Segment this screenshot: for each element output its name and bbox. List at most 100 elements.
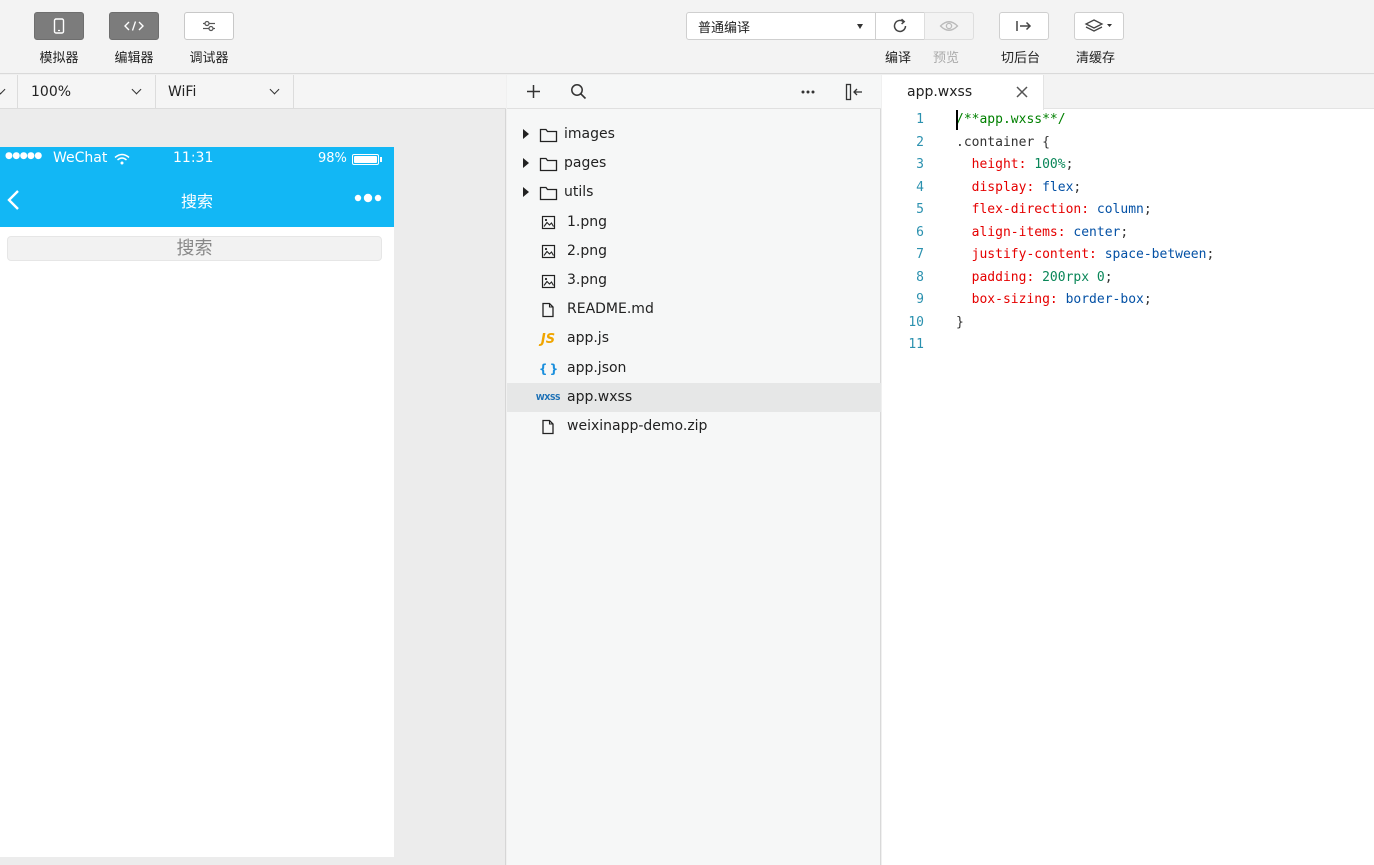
- file-tree-pane: images pages utils 1.png 2.png 3.png README.md…: [507, 75, 881, 865]
- code-text: flex-direction: column;: [956, 202, 1152, 217]
- file-tree-item[interactable]: { } app.json: [507, 354, 881, 383]
- expand-arrow-icon[interactable]: [523, 158, 529, 169]
- compile-mode-select[interactable]: 普通编译: [686, 12, 876, 40]
- network-select[interactable]: WiFi: [156, 75, 294, 109]
- zoom-select[interactable]: 100%: [18, 75, 156, 109]
- phone-icon: [34, 12, 84, 40]
- code-line: 4 display: flex;: [882, 177, 1374, 199]
- search-placeholder: 搜索: [176, 238, 213, 259]
- file-name: app.wxss: [567, 388, 633, 405]
- json-file-icon: { }: [538, 361, 558, 376]
- folder-icon: [538, 126, 558, 144]
- file-name: README.md: [567, 301, 654, 318]
- file-tree-item[interactable]: weixinapp-demo.zip: [507, 412, 881, 441]
- line-number: 11: [908, 337, 924, 352]
- file-icon: [538, 301, 558, 319]
- code-line: 2 .container {: [882, 132, 1374, 154]
- file-tree-item[interactable]: WXSS app.wxss: [507, 382, 881, 412]
- file-tree-item[interactable]: images: [507, 120, 881, 149]
- chevron-down-icon: [0, 84, 6, 95]
- expand-arrow-icon[interactable]: [523, 187, 529, 198]
- line-number: 6: [916, 224, 924, 240]
- expand-arrow-icon[interactable]: [523, 129, 529, 139]
- phone-screen: ●●●●● WeChat 11:31 98% 搜索 搜索: [0, 147, 394, 857]
- tab-title: app.wxss: [907, 84, 973, 100]
- code-line: 8 padding: 200rpx 0;: [882, 267, 1374, 289]
- text-cursor: [956, 110, 958, 130]
- file-tree-item[interactable]: README.md: [507, 295, 881, 324]
- file-name: pages: [564, 155, 607, 172]
- code-text: }: [956, 314, 964, 330]
- more-horizontal-icon[interactable]: [801, 90, 815, 94]
- file-name: utils: [564, 184, 594, 201]
- file-tree-item[interactable]: pages: [507, 149, 881, 178]
- close-icon[interactable]: [1015, 85, 1029, 99]
- simulator-toggle[interactable]: 模拟器: [34, 12, 84, 66]
- code-line: 11: [882, 334, 1374, 356]
- chevron-down-icon: [131, 84, 142, 95]
- background-button[interactable]: [999, 12, 1049, 40]
- line-number: 9: [916, 292, 924, 307]
- battery-percent: 98%: [318, 151, 347, 166]
- file-tree-item[interactable]: 2.png: [507, 237, 881, 266]
- code-line: 3 height: 100%;: [882, 154, 1374, 176]
- carrier-name: WeChat: [53, 150, 108, 166]
- chevron-down-icon: [269, 84, 280, 95]
- simulator-toolbar: 100% WiFi: [0, 75, 506, 109]
- line-number: 7: [916, 247, 924, 262]
- debugger-label: 调试器: [189, 51, 229, 66]
- file-tree-item[interactable]: JS app.js: [507, 324, 881, 353]
- battery-icon: [352, 154, 379, 165]
- editor-pane: app.wxss 1 /**app.wxss**/ 2 .container { 3 h…: [882, 75, 1374, 865]
- file-tree-item[interactable]: 3.png: [507, 266, 881, 295]
- code-line: 9 box-sizing: border-box;: [882, 289, 1374, 311]
- search-input[interactable]: 搜索: [7, 236, 382, 261]
- line-number: 8: [916, 269, 924, 285]
- file-tree-item[interactable]: 1.png: [507, 208, 881, 237]
- clear-cache-label: 清缓存: [1076, 51, 1116, 66]
- file-icon: [538, 418, 558, 436]
- simulator-pane: 100% WiFi ●●●●● WeChat 11:31 98% 搜索 搜索: [0, 75, 506, 865]
- debugger-toggle[interactable]: 调试器: [184, 12, 234, 66]
- line-number: 3: [916, 157, 924, 172]
- code-line: 10}: [882, 312, 1374, 334]
- background-label: 切后台: [1001, 51, 1041, 66]
- file-name: weixinapp-demo.zip: [567, 418, 708, 434]
- switch-background-icon: [1016, 21, 1032, 31]
- phone-status-bar: ●●●●● WeChat 11:31 98%: [0, 147, 394, 171]
- folder-icon: [538, 184, 558, 202]
- add-icon[interactable]: [526, 84, 541, 99]
- line-number: 2: [916, 134, 924, 150]
- file-name: app.json: [567, 359, 627, 376]
- code-text: align-items: center;: [956, 224, 1129, 240]
- eye-icon: [939, 21, 959, 31]
- code-text: box-sizing: border-box;: [956, 292, 1152, 307]
- file-tree-item[interactable]: utils: [507, 178, 881, 207]
- caret-down-icon: [857, 24, 863, 29]
- code-icon: [109, 12, 159, 40]
- line-number: 10: [908, 314, 924, 330]
- code-line: 7 justify-content: space-between;: [882, 244, 1374, 266]
- line-number: 1: [916, 112, 924, 127]
- more-dots-icon[interactable]: [353, 193, 383, 203]
- collapse-panel-icon[interactable]: [845, 83, 863, 101]
- editor-label: 编辑器: [114, 51, 154, 66]
- device-select[interactable]: [0, 75, 18, 109]
- compile-button[interactable]: [875, 12, 925, 40]
- code-text: height: 100%;: [956, 157, 1074, 172]
- image-file-icon: [538, 214, 558, 232]
- code-text: justify-content: space-between;: [956, 247, 1215, 262]
- code-text: .container {: [956, 134, 1050, 150]
- status-time: 11:31: [173, 150, 214, 166]
- zoom-value: 100%: [31, 84, 72, 100]
- tab-app-wxss[interactable]: app.wxss: [882, 75, 1044, 110]
- search-icon[interactable]: [570, 83, 587, 100]
- editor-toggle[interactable]: 编辑器: [109, 12, 159, 66]
- preview-button[interactable]: [924, 12, 974, 40]
- js-file-icon: JS: [540, 331, 556, 347]
- sliders-icon: [184, 12, 234, 40]
- compile-mode-value: 普通编译: [698, 20, 751, 36]
- clear-cache-button[interactable]: [1074, 12, 1124, 40]
- code-line: 1 /**app.wxss**/: [882, 109, 1374, 131]
- code-line: 5 flex-direction: column;: [882, 199, 1374, 221]
